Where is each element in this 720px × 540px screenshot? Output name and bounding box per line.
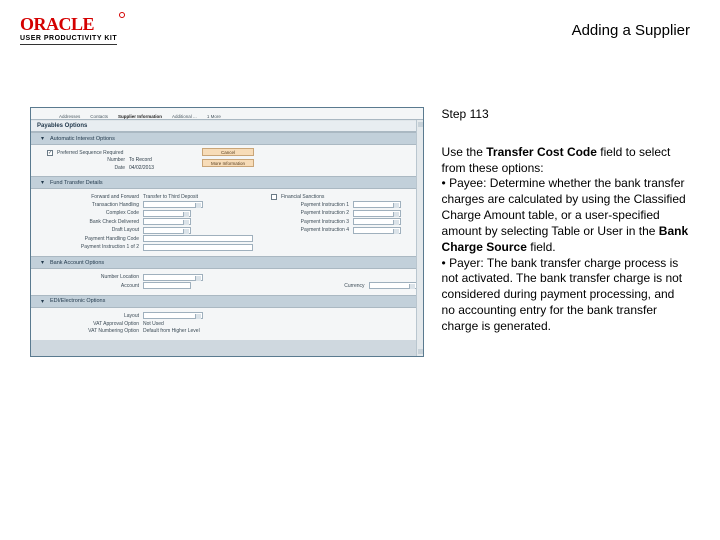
brand-subtitle: USER PRODUCTIVITY KIT <box>20 35 117 42</box>
field-label: Number Location <box>47 274 139 280</box>
field-label: Date <box>47 165 125 171</box>
section-edi: Layout VAT Approval Option Not Used VAT N… <box>31 308 423 340</box>
dropdown[interactable] <box>143 218 191 225</box>
expand-icon: ▾ <box>41 179 44 186</box>
dropdown[interactable] <box>143 312 203 319</box>
dropdown[interactable] <box>353 210 401 217</box>
field-label: Complex Code <box>47 210 139 216</box>
section-bar-interest[interactable]: ▾ Automatic Interest Options <box>31 132 423 145</box>
dropdown[interactable] <box>353 218 401 225</box>
brand-logo: ORACLE <box>20 14 117 35</box>
field-value: Default from Higher Level <box>143 328 200 334</box>
text: Use the <box>442 145 487 159</box>
checkbox-icon[interactable] <box>271 194 277 200</box>
section-bar-edi[interactable]: ▾ EDI/Electronic Options <box>31 295 423 308</box>
instruction-panel: Step 113 Use the Transfer Cost Code fiel… <box>442 107 690 335</box>
section-bar-fund[interactable]: ▾ Fund Transfer Details <box>31 176 423 189</box>
field-value: 04/02/2013 <box>129 165 154 171</box>
tab-strip: Addresses Contacts Supplier Information … <box>31 108 423 120</box>
section-interest: Preferred Sequence Required Number To Rec… <box>31 145 423 176</box>
field-label: Payment Instruction 3 <box>271 219 349 225</box>
section-bank: Number Location Account Currency <box>31 269 423 295</box>
field-label: Payment Handling Code <box>47 236 139 242</box>
dropdown[interactable] <box>143 201 203 208</box>
more-info-button[interactable]: More Information <box>202 159 254 167</box>
section-label: Fund Transfer Details <box>50 180 103 186</box>
field-label: Currency <box>344 283 364 289</box>
expand-icon: ▾ <box>41 259 44 266</box>
checkbox-icon[interactable] <box>47 150 53 156</box>
page-title: Adding a Supplier <box>572 22 690 39</box>
tab[interactable]: Additional ... <box>172 114 197 119</box>
dropdown[interactable] <box>143 210 191 217</box>
field-label: Transaction Handling <box>47 202 139 208</box>
text-input[interactable] <box>143 282 191 289</box>
field-label: Payment Instruction 4 <box>271 227 349 233</box>
step-label: Step 113 <box>442 107 690 123</box>
expand-icon: ▾ <box>41 298 44 305</box>
field-label: Financial Sanctions <box>281 194 324 200</box>
dropdown[interactable] <box>143 274 203 281</box>
dropdown[interactable] <box>369 282 417 289</box>
expand-icon: ▾ <box>41 135 44 142</box>
text-input[interactable] <box>143 235 253 242</box>
app-screenshot: Addresses Contacts Supplier Information … <box>30 107 424 357</box>
dropdown[interactable] <box>353 227 401 234</box>
section-label: EDI/Electronic Options <box>50 298 105 304</box>
field-label: VAT Numbering Option <box>47 328 139 334</box>
field-name-bold: Transfer Cost Code <box>486 145 597 159</box>
field-label: Bank Check Delivered <box>47 219 139 225</box>
section-label: Automatic Interest Options <box>50 136 115 142</box>
instruction-text: Use the Transfer Cost Code field to sele… <box>442 145 690 335</box>
field-label: Payment Instruction 2 <box>271 210 349 216</box>
field-label: Forward and Forward <box>47 194 139 200</box>
field-label: Payment Instruction 1 <box>271 202 349 208</box>
brand-underline <box>20 44 117 45</box>
field-label: Number <box>47 157 125 163</box>
section-fund: Forward and Forward Transfer to Third Dep… <box>31 189 423 256</box>
field-label: Draft Layout <box>47 227 139 233</box>
tab[interactable]: Contacts <box>90 114 108 119</box>
field-label: Payment Instruction 1 of 2 <box>47 244 139 250</box>
panel-title: Payables Options <box>31 120 423 132</box>
scrollbar[interactable] <box>416 120 423 356</box>
field-value: Transfer to Third Deposit <box>143 194 198 200</box>
text: field. <box>527 240 556 254</box>
dropdown[interactable] <box>143 227 191 234</box>
bullet-text: • Payer: The bank transfer charge proces… <box>442 256 683 333</box>
field-value: To Record <box>129 157 152 163</box>
field-value: Not Used <box>143 321 164 327</box>
field-label: Layout <box>47 313 139 319</box>
tab[interactable]: 1 More <box>207 114 221 119</box>
brand-block: ORACLE USER PRODUCTIVITY KIT <box>20 14 117 45</box>
text-input[interactable] <box>143 244 253 251</box>
section-label: Bank Account Options <box>50 260 104 266</box>
bullet-text: • Payee: Determine whether the bank tran… <box>442 176 686 237</box>
tab[interactable]: Addresses <box>59 114 80 119</box>
dropdown[interactable] <box>353 201 401 208</box>
section-bar-bank[interactable]: ▾ Bank Account Options <box>31 256 423 269</box>
tab[interactable]: Supplier Information <box>118 114 162 119</box>
field-label: VAT Approval Option <box>47 321 139 327</box>
field-label: Preferred Sequence Required <box>57 150 123 156</box>
cancel-button[interactable]: Cancel <box>202 148 254 156</box>
field-label: Account <box>47 283 139 289</box>
